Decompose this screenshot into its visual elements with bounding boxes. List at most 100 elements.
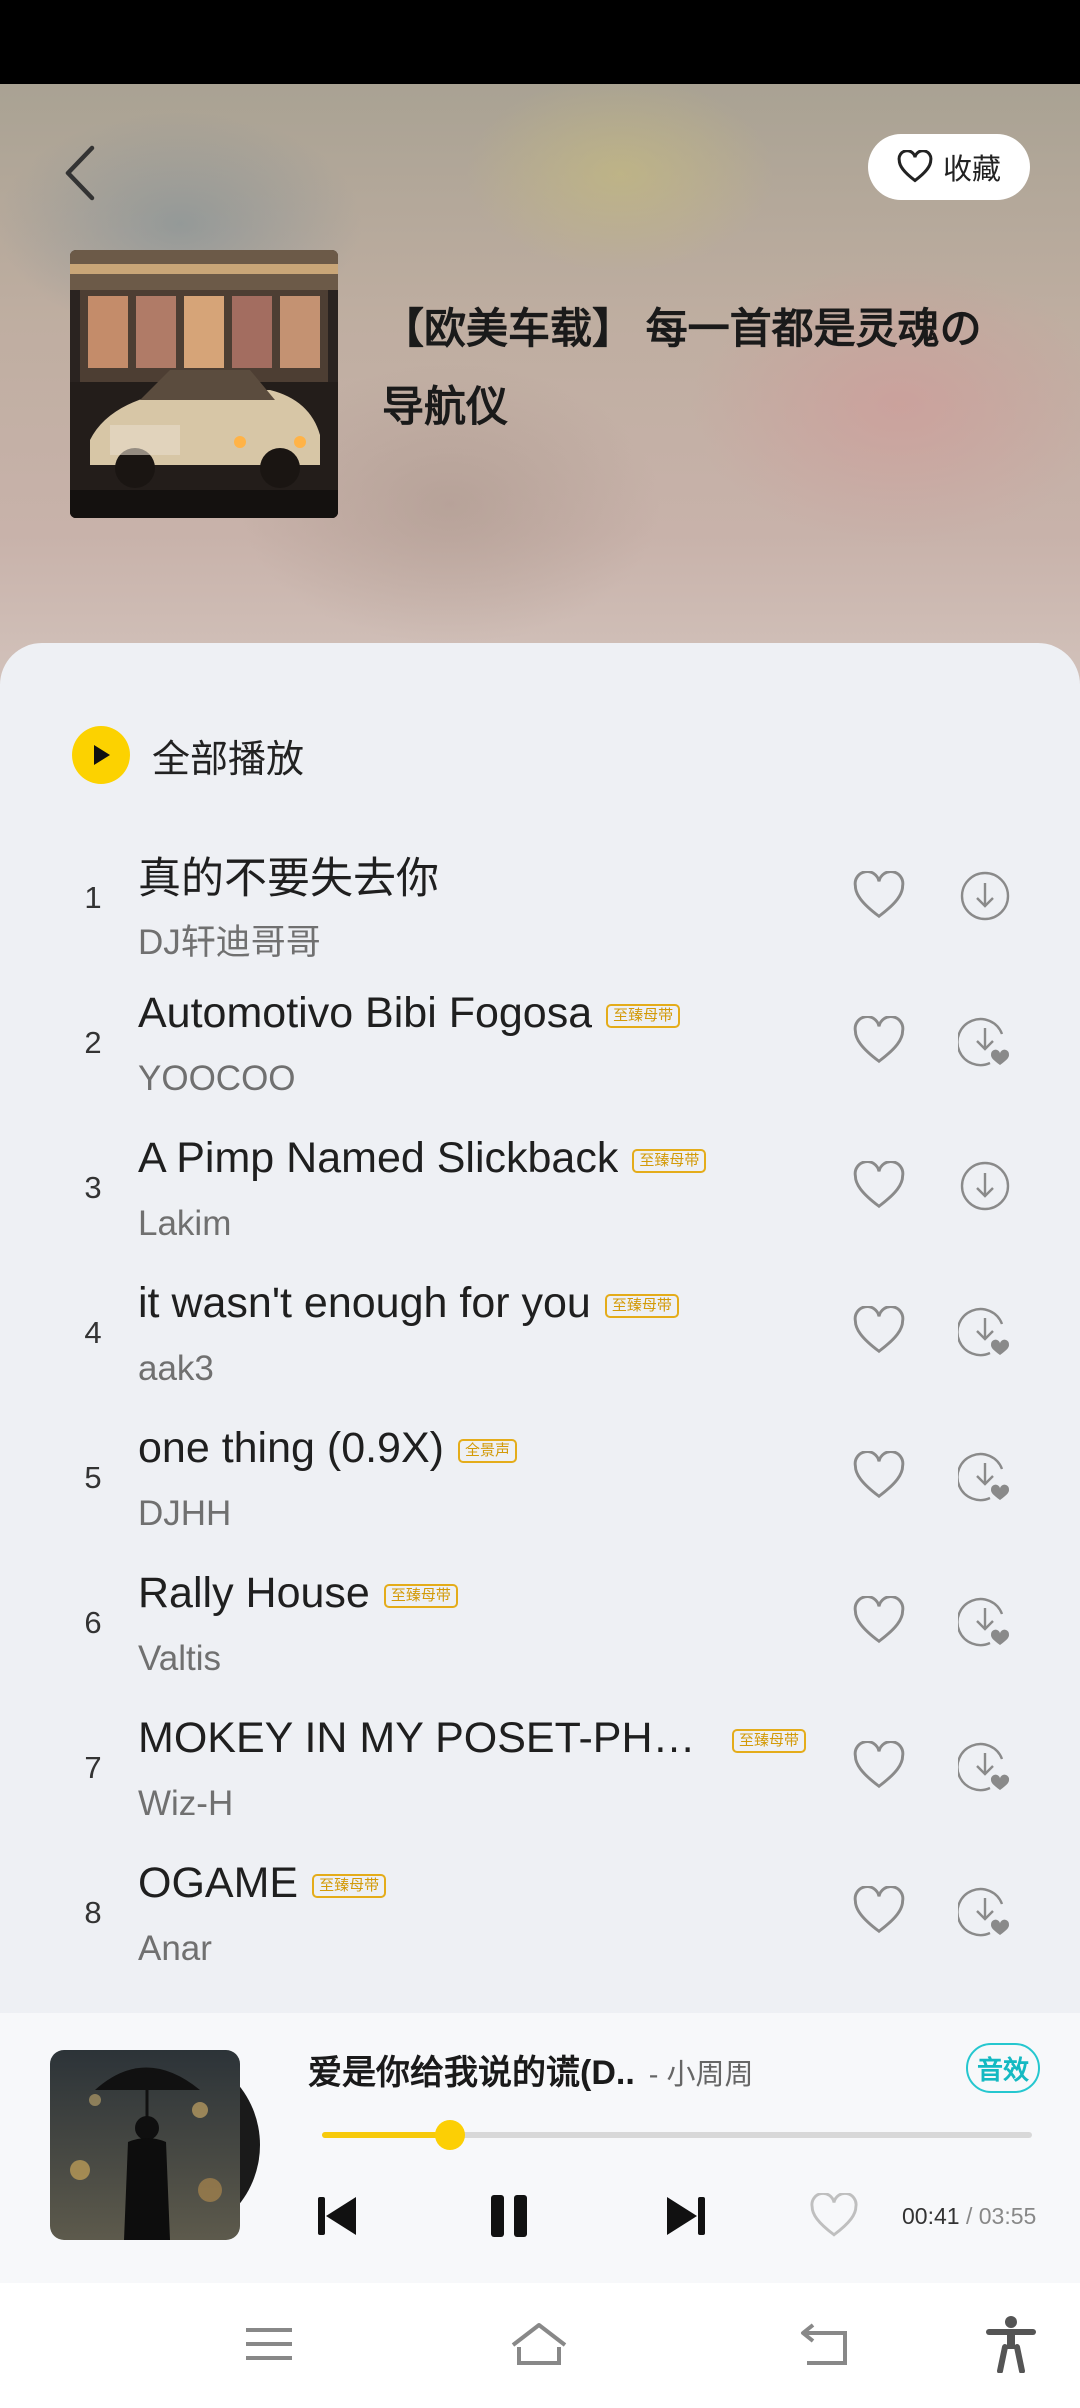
song-number: 7 <box>84 1750 102 1785</box>
song-artist: aak3 <box>138 1349 214 1388</box>
song-title: MOKEY IN MY POSET-PHO... <box>138 1714 718 1762</box>
home-icon <box>511 2323 567 2365</box>
download-button[interactable] <box>956 1014 1012 1068</box>
accessibility-icon <box>986 2316 1036 2373</box>
like-button[interactable] <box>852 1160 906 1215</box>
song-row[interactable]: 6 Rally House 至臻母带 Valtis <box>0 1561 1080 1706</box>
song-artist: Wiz-H <box>138 1784 234 1823</box>
like-button[interactable] <box>852 1595 906 1650</box>
heart-icon <box>853 1740 905 1789</box>
song-title-line: MOKEY IN MY POSET-PHO... 至臻母带 <box>138 1714 807 1763</box>
song-row[interactable]: 4 it wasn't enough for you 至臻母带 aak3 <box>0 1271 1080 1416</box>
heart-icon <box>853 870 905 919</box>
download-button[interactable] <box>956 1739 1012 1793</box>
song-artist: Anar <box>138 1929 212 1968</box>
download-heart-icon <box>956 1307 1010 1357</box>
song-title: one thing (0.9X) <box>138 1424 444 1472</box>
download-button[interactable] <box>956 1594 1012 1648</box>
song-list-panel: 全部播放 1 真的不要失去你 DJ轩迪哥哥 2 Automotivo Bibi Fogo… <box>0 643 1080 2013</box>
nav-back-button[interactable] <box>793 2311 859 2377</box>
download-button[interactable] <box>956 1884 1012 1938</box>
download-button[interactable] <box>956 1449 1012 1503</box>
heart-icon <box>853 1885 905 1934</box>
back-icon <box>801 2323 847 2365</box>
previous-button[interactable] <box>309 2188 365 2244</box>
play-all-button[interactable]: 全部播放 <box>72 726 304 784</box>
heart-icon <box>853 1450 905 1499</box>
download-button[interactable] <box>956 1304 1012 1358</box>
song-row[interactable]: 5 one thing (0.9X) 全景声 DJHH <box>0 1416 1080 1561</box>
song-title: 真的不要失去你 <box>138 855 439 903</box>
song-artist: DJ轩迪哥哥 <box>138 923 321 962</box>
song-title-line: Automotivo Bibi Fogosa 至臻母带 <box>138 989 681 1038</box>
song-title-line: one thing (0.9X) 全景声 <box>138 1424 517 1473</box>
download-heart-icon <box>956 1742 1010 1792</box>
collect-button[interactable]: 收藏 <box>868 134 1030 200</box>
song-title-line: A Pimp Named Slickback 至臻母带 <box>138 1134 707 1183</box>
playlist-title: 【欧美车载】 每一首都是灵魂の导航仪 <box>382 305 982 430</box>
song-title: Rally House <box>138 1569 370 1617</box>
nav-home-button[interactable] <box>506 2311 572 2377</box>
heart-icon <box>853 1015 905 1064</box>
back-button[interactable] <box>56 138 106 208</box>
next-button[interactable] <box>658 2188 714 2244</box>
song-artist: YOOCOO <box>138 1059 296 1098</box>
like-button[interactable] <box>852 1305 906 1360</box>
song-title-line: OGAME 至臻母带 <box>138 1859 387 1908</box>
song-artist: DJHH <box>138 1494 232 1533</box>
heart-icon <box>897 150 933 183</box>
progress-fill <box>322 2132 450 2138</box>
quality-badge: 全景声 <box>457 1438 517 1463</box>
like-button[interactable] <box>852 870 906 925</box>
playlist-cover <box>70 250 338 518</box>
song-row[interactable]: 8 OGAME 至臻母带 Anar <box>0 1851 1080 1996</box>
now-playing-info[interactable]: 爱是你给我说的谎(D.. - 小周周 <box>308 2045 754 2094</box>
album-art <box>50 2050 240 2240</box>
download-button[interactable] <box>958 869 1012 923</box>
system-navigation-bar <box>0 2283 1080 2408</box>
quality-badge: 至臻母带 <box>604 1293 679 1318</box>
song-row[interactable]: 2 Automotivo Bibi Fogosa 至臻母带 YOOCOO <box>0 981 1080 1126</box>
skip-next-icon <box>667 2197 705 2235</box>
play-all-label: 全部播放 <box>152 738 305 781</box>
song-title: it wasn't enough for you <box>138 1279 591 1327</box>
nav-accessibility-button[interactable] <box>978 2311 1044 2377</box>
now-playing-bar[interactable]: 爱是你给我说的谎(D.. - 小周周 音效 00:41 / 03:55 <box>0 2013 1080 2283</box>
song-number: 8 <box>84 1895 102 1930</box>
heart-icon <box>853 1595 905 1644</box>
song-row[interactable]: 7 MOKEY IN MY POSET-PHO... 至臻母带 Wiz-H <box>0 1706 1080 1851</box>
like-button[interactable] <box>852 1450 906 1505</box>
song-row[interactable]: 3 A Pimp Named Slickback 至臻母带 Lakim <box>0 1126 1080 1271</box>
download-button[interactable] <box>958 1159 1012 1213</box>
playlist-header: 收藏 【欧美车载】 每一首都是灵魂の导航仪 <box>0 84 1080 684</box>
progress-handle[interactable] <box>434 2120 465 2150</box>
pause-icon <box>491 2195 527 2237</box>
song-title-line: 真的不要失去你 <box>138 844 439 906</box>
skip-previous-icon <box>318 2197 356 2235</box>
quality-badge: 至臻母带 <box>312 1873 387 1898</box>
progress-bar[interactable] <box>322 2120 1032 2150</box>
elapsed-time: 00:41 <box>902 2203 960 2229</box>
sound-effect-button[interactable]: 音效 <box>966 2043 1040 2093</box>
now-playing-like-button[interactable] <box>806 2188 862 2244</box>
quality-badge: 至臻母带 <box>606 1003 681 1028</box>
download-heart-icon <box>956 1452 1010 1502</box>
quality-badge: 至臻母带 <box>732 1728 807 1753</box>
now-playing-artwork[interactable] <box>50 2050 264 2240</box>
song-number: 1 <box>84 880 102 915</box>
song-number: 3 <box>84 1170 102 1205</box>
quality-badge: 至臻母带 <box>383 1583 458 1608</box>
song-title: A Pimp Named Slickback <box>138 1134 619 1182</box>
like-button[interactable] <box>852 1885 906 1940</box>
like-button[interactable] <box>852 1015 906 1070</box>
song-number: 2 <box>84 1025 102 1060</box>
play-icon <box>72 726 130 784</box>
like-button[interactable] <box>852 1740 906 1795</box>
song-row[interactable]: 1 真的不要失去你 DJ轩迪哥哥 <box>0 836 1080 981</box>
nav-menu-button[interactable] <box>236 2311 302 2377</box>
song-artist: Lakim <box>138 1204 232 1243</box>
pause-button[interactable] <box>481 2188 537 2244</box>
download-heart-icon <box>956 1017 1010 1067</box>
now-playing-title: 爱是你给我说的谎(D.. <box>308 2054 635 2092</box>
download-heart-icon <box>956 1887 1010 1937</box>
